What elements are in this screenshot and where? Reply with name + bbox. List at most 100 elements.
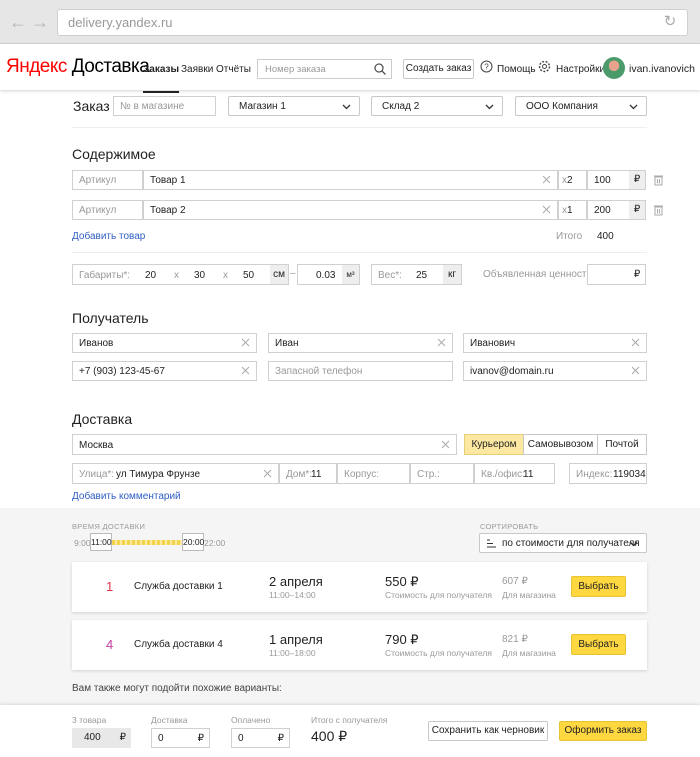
building-label: Корпус: — [344, 469, 380, 480]
building-input[interactable]: Корпус: — [337, 463, 410, 484]
nav-requests[interactable]: Заявки — [181, 64, 213, 75]
dimensions-input[interactable]: Габариты*: 20 x 30 x 50 см — [72, 264, 289, 285]
price-input[interactable]: 200 ₽ — [587, 200, 646, 220]
last-name-value: Иванов — [79, 338, 114, 349]
postal-index-input[interactable]: Индекс: 119034 — [569, 463, 647, 484]
article-placeholder: Артикул — [79, 205, 117, 216]
delivery-option-card[interactable]: 4 Служба доставки 4 1 апреля 11:00–18:00… — [72, 620, 647, 670]
settings-link[interactable]: Настройки — [556, 64, 605, 75]
flat-input[interactable]: Кв./офис: 11 — [474, 463, 555, 484]
clear-icon[interactable] — [240, 365, 251, 376]
search-icon[interactable] — [373, 62, 387, 76]
order-search-input[interactable]: Номер заказа — [257, 59, 392, 79]
middle-name-input[interactable]: Иванович — [463, 333, 647, 353]
unit-cm: см — [270, 265, 288, 284]
create-order-button[interactable]: Создать заказ — [403, 59, 474, 79]
avatar[interactable] — [603, 57, 625, 79]
similar-options-text: Вам также могут подойти похожие варианты… — [72, 683, 282, 694]
sort-value: по стоимости для получателя — [502, 538, 640, 549]
submit-order-button[interactable]: Оформить заказ — [559, 721, 647, 741]
structure-input[interactable]: Стр.: — [410, 463, 474, 484]
forward-icon[interactable]: → — [30, 12, 50, 32]
quantity-input[interactable]: x2 — [558, 170, 587, 190]
clear-icon[interactable] — [541, 204, 552, 215]
currency-suffix: ₽ — [629, 201, 645, 219]
index-label: Индекс: — [576, 469, 613, 480]
total-value: 400 — [597, 231, 614, 242]
logo[interactable]: Яндекс Доставка — [6, 56, 150, 78]
volume-input[interactable]: 0.03 м³ — [297, 264, 360, 285]
nav-orders[interactable]: Заказы — [143, 64, 180, 93]
last-name-input[interactable]: Иванов — [72, 333, 257, 353]
choose-button[interactable]: Выбрать — [571, 576, 626, 597]
trash-icon[interactable] — [653, 174, 664, 186]
company-select[interactable]: ООО Компания — [515, 96, 647, 116]
reload-icon[interactable]: ↻ — [661, 13, 679, 31]
email-field[interactable]: ivanov@domain.ru — [463, 361, 647, 381]
weight-input[interactable]: Вес*: 25 кг — [371, 264, 462, 285]
shop-select[interactable]: Магазин 1 — [228, 96, 360, 116]
article-input[interactable]: Артикул — [72, 200, 143, 220]
store-number-input[interactable]: № в магазине — [113, 96, 216, 116]
save-draft-button[interactable]: Сохранить как черновик — [428, 721, 548, 741]
article-input[interactable]: Артикул — [72, 170, 143, 190]
paid-input[interactable]: 0 ₽ — [231, 728, 290, 748]
warehouse-select[interactable]: Склад 2 — [371, 96, 503, 116]
clear-icon[interactable] — [262, 468, 273, 479]
contents-title: Содержимое — [72, 146, 156, 162]
street-input[interactable]: Улица*: ул Тимура Фрунзе — [72, 463, 279, 484]
gear-icon[interactable] — [538, 60, 551, 73]
choose-button[interactable]: Выбрать — [571, 634, 626, 655]
house-label: Дом*: — [286, 469, 312, 480]
help-link[interactable]: Помощь — [497, 64, 536, 75]
shop-price: 821 ₽ — [502, 634, 528, 645]
mode-post[interactable]: Почтой — [597, 434, 647, 455]
address-bar[interactable]: delivery.yandex.ru ↻ — [57, 9, 688, 36]
sort-icon — [487, 539, 496, 548]
delivery-cost-input[interactable]: 0 ₽ — [151, 728, 210, 748]
spare-phone-input[interactable]: Запасной телефон — [268, 361, 453, 381]
clear-icon[interactable] — [630, 365, 641, 376]
clear-icon[interactable] — [436, 337, 447, 348]
first-name-input[interactable]: Иван — [268, 333, 453, 353]
clear-icon[interactable] — [440, 439, 451, 450]
paid-label: Оплачено — [231, 715, 271, 725]
price-input[interactable]: 100 ₽ — [587, 170, 646, 190]
clear-icon[interactable] — [240, 337, 251, 348]
depth-value: 50 — [243, 270, 255, 281]
option-number: 1 — [106, 579, 114, 594]
mode-courier[interactable]: Курьером — [464, 434, 524, 455]
add-item-link[interactable]: Добавить товар — [72, 231, 145, 242]
time-from-handle[interactable]: 11:00 — [90, 533, 112, 551]
quantity-input[interactable]: x1 — [558, 200, 587, 220]
time-to-handle[interactable]: 20:00 — [182, 533, 204, 551]
item-name-input[interactable]: Товар 1 — [143, 170, 558, 190]
sort-select[interactable]: по стоимости для получателя — [479, 533, 647, 553]
goods-label: 3 товара — [72, 715, 107, 725]
recipient-price-caption: Стоимость для получателя — [385, 590, 492, 600]
clear-icon[interactable] — [630, 337, 641, 348]
clear-icon[interactable] — [541, 174, 552, 185]
delivery-option-card[interactable]: 1 Служба доставки 1 2 апреля 11:00–14:00… — [72, 562, 647, 612]
back-icon[interactable]: ← — [8, 12, 28, 32]
browser-toolbar: ← → delivery.yandex.ru ↻ — [0, 0, 700, 44]
phone-input[interactable]: +7 (903) 123-45-67 — [72, 361, 257, 381]
add-comment-link[interactable]: Добавить комментарий — [72, 491, 181, 502]
nav-reports[interactable]: Отчёты — [216, 64, 251, 75]
article-placeholder: Артикул — [79, 175, 117, 186]
help-icon[interactable]: ? — [480, 60, 493, 73]
item-name-input[interactable]: Товар 2 — [143, 200, 558, 220]
svg-text:?: ? — [484, 63, 489, 72]
city-input[interactable]: Москва — [72, 434, 457, 455]
house-input[interactable]: Дом*: 11 — [279, 463, 337, 484]
flat-value: 11 — [523, 469, 534, 480]
mode-pickup[interactable]: Самовывозом — [523, 434, 598, 455]
quantity-value: 1 — [567, 205, 573, 216]
chevron-down-icon — [629, 541, 638, 547]
username[interactable]: ivan.ivanovich — [629, 63, 695, 75]
declared-value-input[interactable]: ₽ — [587, 264, 646, 285]
quantity-value: 2 — [567, 175, 573, 186]
trash-icon[interactable] — [653, 204, 664, 216]
currency-suffix: ₽ — [629, 171, 645, 189]
middle-name-value: Иванович — [470, 338, 516, 349]
